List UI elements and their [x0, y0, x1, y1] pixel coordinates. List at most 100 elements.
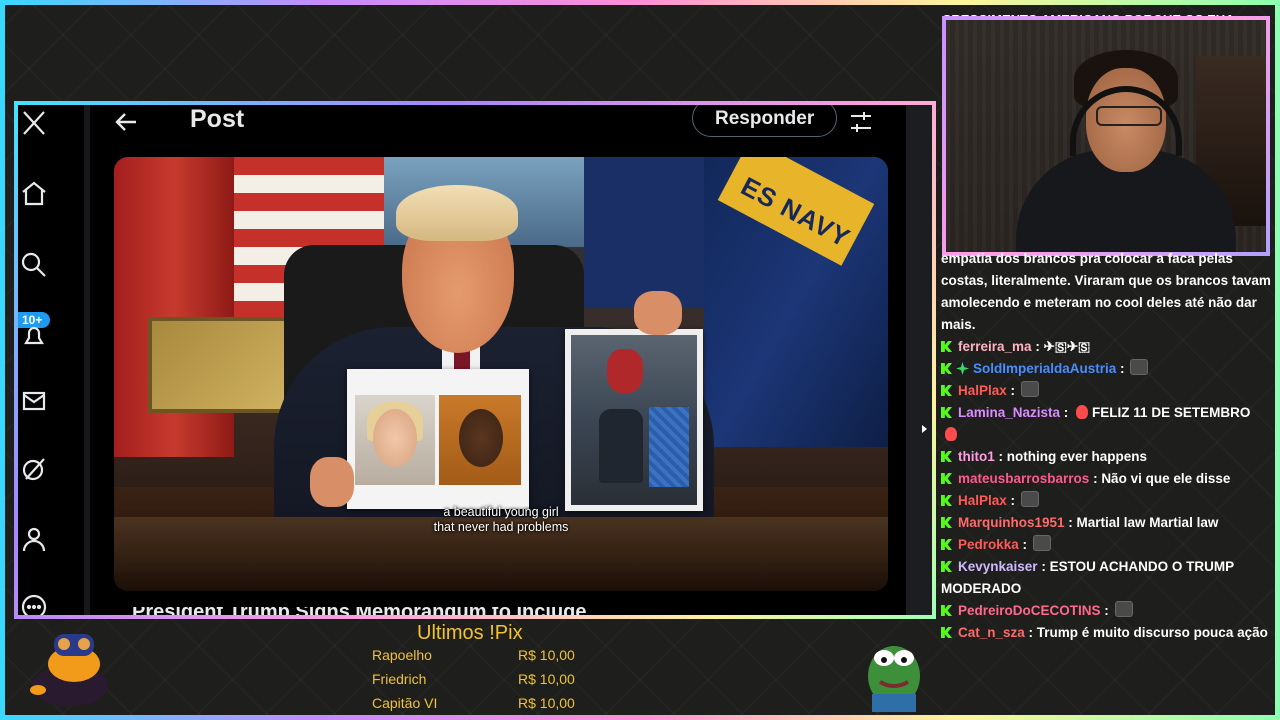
- chat-message: Lamina_Nazista : FELIZ 11 DE SETEMBRO: [941, 402, 1271, 446]
- video-subtitle: a beautiful young girl that never had pr…: [114, 505, 888, 535]
- chat-username[interactable]: HalPlax: [958, 383, 1007, 398]
- kick-badge-icon: [941, 495, 952, 506]
- video-mugshot-sheet: [347, 369, 529, 509]
- chat-separator: :: [1006, 383, 1019, 398]
- fire-emote-icon: [945, 427, 957, 441]
- chat-message: HalPlax :: [941, 490, 1271, 512]
- chat-username[interactable]: Lamina_Nazista: [958, 405, 1060, 420]
- home-icon[interactable]: [20, 179, 48, 207]
- kick-badge-icon: [941, 627, 952, 638]
- chat-text: nothing ever happens: [1006, 449, 1148, 464]
- chat-username[interactable]: ferreira_ma: [958, 339, 1032, 354]
- pix-value-2: R$ 10,00: [518, 671, 575, 687]
- chat-separator: :: [1024, 625, 1037, 640]
- chat-message: empatia dos brancos pra colocar a faca p…: [941, 248, 1271, 336]
- kick-badge-icon: [941, 341, 952, 352]
- kick-badge-icon: [941, 605, 952, 616]
- back-arrow-icon[interactable]: [114, 109, 140, 135]
- mouse-cursor-icon: [922, 425, 927, 433]
- webcam-panel: [942, 16, 1270, 256]
- kick-badge-icon: [941, 407, 952, 418]
- chat-emote-icon: [1114, 601, 1133, 617]
- sparkle-badge-icon: [956, 362, 969, 375]
- chat-emote-icon: [1020, 491, 1039, 507]
- scrollbar-track[interactable]: [906, 105, 932, 615]
- chat-username[interactable]: PedreiroDoCECOTINS: [958, 603, 1101, 618]
- chat-username[interactable]: SoldImperialdaAustria: [973, 361, 1116, 376]
- chat-message: Cat_n_sza : Trump é muito discurso pouca…: [941, 622, 1271, 644]
- mugshot-man: [439, 395, 521, 485]
- chat-username[interactable]: Marquinhos1951: [958, 515, 1065, 530]
- fire-emote-icon: [1076, 405, 1089, 419]
- chat-message: PedreiroDoCECOTINS :: [941, 600, 1271, 622]
- mugshot-woman: [355, 395, 435, 485]
- chat-separator: :: [1037, 559, 1050, 574]
- chat-message: thito1 : nothing ever happens: [941, 446, 1271, 468]
- chat-message: ferreira_ma : ✈🇸✈🇸: [941, 336, 1271, 358]
- chat-message: HalPlax :: [941, 380, 1271, 402]
- chat-message: SoldImperialdaAustria :: [941, 358, 1271, 380]
- sidebar-divider: [84, 105, 90, 615]
- chat-username[interactable]: Cat_n_sza: [958, 625, 1025, 640]
- chat-username[interactable]: mateusbarrosbarros: [958, 471, 1089, 486]
- chat-text: empatia dos brancos pra colocar a faca p…: [941, 251, 1271, 332]
- video-bus-photo-sheet: [565, 329, 703, 511]
- subtitle-line-1: a beautiful young girl: [443, 505, 559, 519]
- kick-badge-icon: [941, 451, 952, 462]
- chat-message: Kevynkaiser : ESTOU ACHANDO O TRUMP MODE…: [941, 556, 1271, 600]
- chat-emote-icon: [1032, 535, 1051, 551]
- post-text-clipped: President Trump Signs Memorandum to Incl…: [132, 601, 587, 619]
- chat-separator: :: [1031, 339, 1044, 354]
- chat-separator: :: [1100, 603, 1113, 618]
- pix-name-1: Rapoelho: [372, 647, 432, 663]
- chat-text: Não vi que ele disse: [1101, 471, 1231, 486]
- kick-badge-icon: [941, 363, 952, 374]
- chat-username[interactable]: HalPlax: [958, 493, 1007, 508]
- video-left-hand: [310, 457, 354, 507]
- kick-badge-icon: [941, 473, 952, 484]
- chat-username[interactable]: Kevynkaiser: [958, 559, 1038, 574]
- chat-separator: :: [1060, 405, 1073, 420]
- subtitle-line-2: that never had problems: [433, 520, 569, 534]
- bus-photo: [571, 335, 697, 505]
- chat-username[interactable]: Pedrokka: [958, 537, 1019, 552]
- chat-emote-icon: [1130, 359, 1149, 375]
- grok-icon[interactable]: [20, 455, 48, 483]
- page-title: Post: [190, 105, 245, 133]
- kick-badge-icon: [941, 539, 952, 550]
- pepe-frog-icon: [868, 646, 920, 712]
- messages-icon[interactable]: [20, 387, 48, 415]
- chat-message: Marquinhos1951 : Martial law Martial law: [941, 512, 1271, 534]
- chat-text: FELIZ 11 DE SETEMBRO: [1092, 405, 1251, 420]
- post-header: Post Responder: [90, 105, 906, 145]
- chat-message: Pedrokka :: [941, 534, 1271, 556]
- chat-separator: :: [1089, 471, 1102, 486]
- search-icon[interactable]: [20, 251, 48, 279]
- chat-text: Martial law Martial law: [1076, 515, 1219, 530]
- chat-separator: :: [994, 449, 1007, 464]
- post-video[interactable]: ES NAVY a beautiful young girl that neve…: [114, 157, 888, 591]
- chat-panel: empatia dos brancos pra colocar a faca p…: [941, 248, 1271, 718]
- screen-capture-panel: 10+ Post Responder ES NAVY a beautiful y…: [14, 101, 936, 619]
- video-right-hand: [634, 291, 682, 335]
- profile-icon[interactable]: [20, 525, 48, 553]
- notifications-icon[interactable]: [20, 323, 48, 351]
- x-logo-icon[interactable]: [20, 109, 48, 137]
- chat-separator: :: [1006, 493, 1019, 508]
- chat-separator: :: [1116, 361, 1129, 376]
- pix-name-3: Capitão VI: [372, 695, 438, 711]
- x-sidebar: 10+: [18, 105, 84, 615]
- sliders-icon[interactable]: [848, 109, 874, 135]
- pix-value-3: R$ 10,00: [518, 695, 575, 711]
- kick-badge-icon: [941, 517, 952, 528]
- chat-emote-icon: [1020, 381, 1039, 397]
- video-star-flag: [584, 157, 704, 307]
- more-icon[interactable]: [20, 593, 48, 615]
- pix-title: Ultimos !Pix: [417, 622, 523, 644]
- chat-username[interactable]: thito1: [958, 449, 995, 464]
- reply-button[interactable]: Responder: [692, 105, 838, 137]
- chat-message: mateusbarrosbarros : Não vi que ele diss…: [941, 468, 1271, 490]
- chat-separator: :: [1064, 515, 1077, 530]
- chat-text: ✈🇸✈🇸: [1043, 339, 1091, 354]
- chat-text: Trump é muito discurso pouca ação: [1036, 625, 1268, 640]
